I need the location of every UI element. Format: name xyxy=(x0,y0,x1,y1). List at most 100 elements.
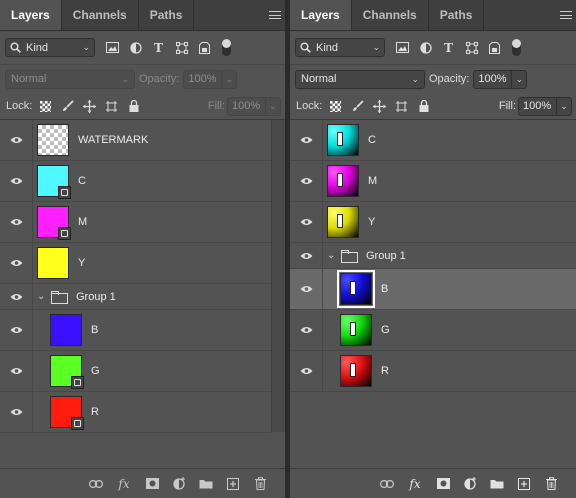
filter-toggle[interactable] xyxy=(222,39,231,56)
lock-position-icon[interactable] xyxy=(373,99,387,113)
layer-thumbnail xyxy=(340,314,372,346)
fx-icon[interactable]: fx xyxy=(407,477,423,491)
fill-label: Fill: xyxy=(498,100,516,112)
delete-layer-icon[interactable] xyxy=(544,477,558,491)
layer-row-g[interactable]: G xyxy=(0,351,271,392)
shape-layer-filter-icon[interactable] xyxy=(464,40,479,55)
new-layer-icon[interactable] xyxy=(517,477,531,491)
delete-layer-icon[interactable] xyxy=(253,477,267,491)
layer-row-group-1[interactable]: ⌄ Group 1 xyxy=(290,243,576,269)
visibility-eye-icon[interactable] xyxy=(0,243,33,283)
kind-filter-select[interactable]: Kind ⌄ xyxy=(295,38,385,57)
blend-mode-select[interactable]: Normal ⌄ xyxy=(5,69,135,89)
type-layer-filter-icon[interactable]: T xyxy=(441,40,456,55)
lock-image-pixels-icon[interactable] xyxy=(61,100,74,113)
layer-row-m[interactable]: M xyxy=(290,161,576,202)
visibility-eye-icon[interactable] xyxy=(0,392,33,432)
mask-indicator xyxy=(350,322,356,336)
opacity-field[interactable]: 100% ⌄ xyxy=(473,69,528,89)
adjustment-layer-filter-icon[interactable] xyxy=(418,40,433,55)
chevron-down-icon[interactable]: ⌄ xyxy=(327,250,337,261)
visibility-eye-icon[interactable] xyxy=(290,351,323,391)
panel-menu-icon[interactable] xyxy=(560,9,572,21)
visibility-eye-icon[interactable] xyxy=(290,161,323,201)
lock-bar: Lock: Fill: 100% ⌄ xyxy=(0,93,285,120)
visibility-eye-icon[interactable] xyxy=(0,310,33,350)
tab-channels[interactable]: Channels xyxy=(352,0,429,30)
smart-object-filter-icon[interactable] xyxy=(197,40,212,55)
visibility-eye-icon[interactable] xyxy=(0,120,33,160)
opacity-label: Opacity: xyxy=(429,73,470,85)
layer-thumbnail xyxy=(50,396,84,430)
link-layers-icon[interactable] xyxy=(380,477,394,491)
layer-row-b[interactable]: B xyxy=(290,269,576,310)
type-layer-filter-icon[interactable]: T xyxy=(151,40,166,55)
visibility-eye-icon[interactable] xyxy=(290,310,323,350)
visibility-eye-icon[interactable] xyxy=(290,243,323,268)
layer-row-y[interactable]: Y xyxy=(290,202,576,243)
tab-channels[interactable]: Channels xyxy=(62,0,139,30)
link-layers-icon[interactable] xyxy=(89,477,103,491)
layer-row-r[interactable]: R xyxy=(0,392,271,433)
blend-bar: Normal ⌄ Opacity: 100% ⌄ xyxy=(290,65,576,93)
layer-row-c[interactable]: C xyxy=(290,120,576,161)
panel-menu-icon[interactable] xyxy=(269,9,281,21)
visibility-eye-icon[interactable] xyxy=(290,269,323,309)
lock-artboard-icon[interactable] xyxy=(105,100,118,113)
fill-field[interactable]: 100% ⌄ xyxy=(227,96,281,116)
search-icon xyxy=(10,42,21,53)
smart-object-badge-icon xyxy=(58,227,71,240)
add-mask-icon[interactable] xyxy=(145,477,159,491)
layer-row-r[interactable]: R xyxy=(290,351,576,392)
layer-row-c[interactable]: C xyxy=(0,161,271,202)
shape-layer-filter-icon[interactable] xyxy=(174,40,189,55)
layer-row-b[interactable]: B xyxy=(0,310,271,351)
visibility-eye-icon[interactable] xyxy=(0,284,33,309)
new-layer-icon[interactable] xyxy=(226,477,240,491)
new-group-icon[interactable] xyxy=(490,477,504,491)
fill-field[interactable]: 100% ⌄ xyxy=(518,96,572,116)
lock-transparent-pixels-icon[interactable] xyxy=(329,100,342,113)
visibility-eye-icon[interactable] xyxy=(0,161,33,201)
opacity-value: 100% xyxy=(474,70,513,88)
blend-mode-select[interactable]: Normal ⌄ xyxy=(295,69,425,89)
layer-row-m[interactable]: M xyxy=(0,202,271,243)
lock-image-pixels-icon[interactable] xyxy=(351,100,364,113)
adjustment-layer-filter-icon[interactable] xyxy=(128,40,143,55)
pixel-layer-filter-icon[interactable] xyxy=(395,40,410,55)
visibility-eye-icon[interactable] xyxy=(0,202,33,242)
tab-layers[interactable]: Layers xyxy=(290,0,352,30)
new-group-icon[interactable] xyxy=(199,477,213,491)
kind-filter-select[interactable]: Kind ⌄ xyxy=(5,38,95,57)
opacity-field[interactable]: 100% ⌄ xyxy=(183,69,238,89)
tab-paths[interactable]: Paths xyxy=(429,0,485,30)
folder-icon xyxy=(51,291,68,304)
smart-object-badge-icon xyxy=(71,417,84,430)
new-adjustment-icon[interactable] xyxy=(172,477,186,491)
layer-row-g[interactable]: G xyxy=(290,310,576,351)
layer-row-y[interactable]: Y xyxy=(0,243,271,284)
tab-layers[interactable]: Layers xyxy=(0,0,62,30)
panel-footer: fx xyxy=(290,468,576,498)
new-adjustment-icon[interactable] xyxy=(463,477,477,491)
layer-row-group-1[interactable]: ⌄ Group 1 xyxy=(0,284,271,310)
tab-paths[interactable]: Paths xyxy=(139,0,195,30)
scrollbar[interactable] xyxy=(271,120,285,432)
layer-row-watermark[interactable]: WATERMARK xyxy=(0,120,271,161)
smart-object-filter-icon[interactable] xyxy=(487,40,502,55)
visibility-eye-icon[interactable] xyxy=(290,202,323,242)
filter-toggle[interactable] xyxy=(512,39,521,56)
fx-icon[interactable]: fx xyxy=(116,477,132,491)
visibility-eye-icon[interactable] xyxy=(0,351,33,391)
layer-thumbnail xyxy=(37,247,69,279)
lock-all-icon[interactable] xyxy=(417,100,430,113)
chevron-down-icon[interactable]: ⌄ xyxy=(37,291,47,302)
pixel-layer-filter-icon[interactable] xyxy=(105,40,120,55)
lock-position-icon[interactable] xyxy=(83,99,97,113)
layer-name: M xyxy=(78,216,88,228)
add-mask-icon[interactable] xyxy=(436,477,450,491)
visibility-eye-icon[interactable] xyxy=(290,120,323,160)
lock-all-icon[interactable] xyxy=(127,100,140,113)
lock-transparent-pixels-icon[interactable] xyxy=(39,100,52,113)
lock-artboard-icon[interactable] xyxy=(395,100,408,113)
